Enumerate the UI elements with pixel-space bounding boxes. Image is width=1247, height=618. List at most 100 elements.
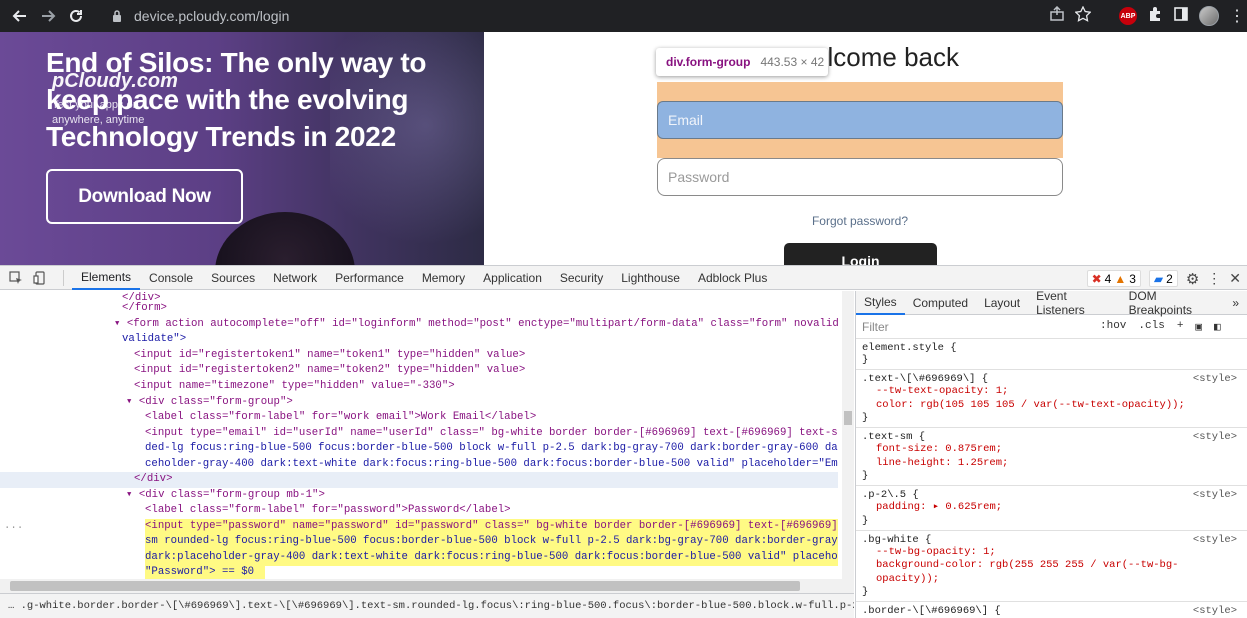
password-field[interactable]: Password: [657, 158, 1063, 196]
dom-line[interactable]: <input name="timezone" type="hidden" val…: [134, 379, 455, 395]
style-rule[interactable]: .p-2\.5 { <style> padding: ▸ 0.625rem; }: [856, 486, 1247, 531]
hover-state-toggle[interactable]: :hov: [1100, 320, 1126, 334]
login-panel: Welcome back Email Password Forgot passw…: [484, 32, 1247, 265]
dom-line[interactable]: ▾ <div class="form-group mb-1">: [126, 488, 325, 504]
dom-line-selected[interactable]: sm rounded-lg focus:ring-blue-500 focus:…: [145, 534, 838, 550]
dom-line-selected[interactable]: <input type="password" name="password" i…: [145, 519, 838, 535]
inspect-element-icon[interactable]: [8, 270, 24, 286]
rule-declaration[interactable]: --tw-bg-opacity: 1;: [862, 546, 1241, 560]
side-panel-icon[interactable]: [1173, 6, 1189, 27]
rule-declaration[interactable]: line-height: 1.25rem;: [862, 457, 1241, 471]
rule-selector: .bg-white {: [862, 533, 932, 546]
dom-breadcrumb[interactable]: … .g-white.border.border-\[\#696969\].te…: [0, 593, 854, 618]
adblock-plus-icon[interactable]: ABP: [1119, 7, 1137, 25]
devtools-menu-icon[interactable]: ⋮: [1207, 270, 1221, 287]
tab-adblock-plus[interactable]: Adblock Plus: [689, 265, 776, 290]
dom-line[interactable]: ▾ <div class="form-group">: [126, 395, 293, 411]
paint-icon[interactable]: ▣: [1195, 320, 1202, 334]
style-rule-element[interactable]: element.style { }: [856, 339, 1247, 370]
dom-line[interactable]: <input id="registertoken2" name="token2"…: [134, 363, 525, 379]
dom-line[interactable]: </form>: [122, 301, 167, 317]
tab-computed[interactable]: Computed: [905, 291, 976, 315]
vertical-scrollbar[interactable]: [842, 291, 854, 579]
new-rule-icon[interactable]: +: [1177, 320, 1184, 334]
tab-elements[interactable]: Elements: [72, 265, 141, 290]
tab-event-listeners[interactable]: Event Listeners: [1028, 291, 1121, 317]
settings-gear-icon[interactable]: ⚙: [1186, 270, 1199, 288]
rule-source[interactable]: <style>: [1193, 431, 1237, 443]
rule-source[interactable]: <style>: [1193, 373, 1237, 385]
dom-line-selected[interactable]: "Password"> == $0: [145, 565, 265, 579]
forgot-password-link[interactable]: Forgot password?: [657, 214, 1063, 228]
download-now-button[interactable]: Download Now: [46, 169, 243, 224]
kebab-menu-icon[interactable]: ⋮: [1229, 6, 1245, 26]
share-icon[interactable]: [1049, 5, 1065, 27]
more-tabs-icon[interactable]: »: [1224, 291, 1247, 315]
dom-line-hovered[interactable]: </div>: [0, 472, 838, 488]
styles-filter-input[interactable]: Filter: [862, 319, 1090, 334]
dom-line[interactable]: <input id="registertoken1" name="token1"…: [134, 348, 525, 364]
scrollbar-thumb[interactable]: [10, 581, 800, 591]
rule-close: }: [862, 354, 869, 366]
rule-source[interactable]: <style>: [1193, 605, 1237, 617]
dom-line[interactable]: <label class="form-label" for="work emai…: [145, 410, 536, 426]
style-rule[interactable]: .border-\[\#696969\] { <style>: [856, 602, 1247, 618]
tab-console[interactable]: Console: [140, 265, 202, 290]
tab-dom-breakpoints[interactable]: DOM Breakpoints: [1121, 291, 1225, 317]
tab-network[interactable]: Network: [264, 265, 326, 290]
style-rule[interactable]: .text-\[\#696969\] { <style> --tw-text-o…: [856, 370, 1247, 428]
dom-line[interactable]: ▾ <form action autocomplete="off" id="lo…: [114, 317, 838, 333]
rule-close: }: [862, 412, 869, 424]
elements-dom-tree[interactable]: </div> </form> ▾ <form action autocomple…: [0, 291, 854, 579]
address-bar[interactable]: device.pcloudy.com/login: [98, 3, 1099, 29]
rule-declaration[interactable]: font-size: 0.875rem;: [862, 443, 1241, 457]
rule-declaration[interactable]: background-color: rgb(255 255 255 / var(…: [862, 559, 1241, 586]
rule-declaration[interactable]: color: rgb(105 105 105 / var(--tw-text-o…: [862, 399, 1241, 413]
tab-styles[interactable]: Styles: [856, 291, 905, 315]
inspect-tooltip: div.form-group 443.53 × 42: [656, 48, 828, 76]
tab-sources[interactable]: Sources: [202, 265, 264, 290]
sidebar-toggle-icon[interactable]: ◧: [1214, 320, 1221, 334]
rule-source[interactable]: <style>: [1193, 534, 1237, 546]
scrollbar-thumb[interactable]: [844, 411, 852, 425]
tab-performance[interactable]: Performance: [326, 265, 413, 290]
tab-layout[interactable]: Layout: [976, 291, 1028, 315]
device-toggle-icon[interactable]: [32, 270, 48, 286]
rule-selector: .text-\[\#696969\] {: [862, 373, 989, 385]
tab-memory[interactable]: Memory: [413, 265, 474, 290]
email-field[interactable]: Email: [657, 101, 1063, 139]
bookmark-star-icon[interactable]: [1074, 5, 1092, 27]
rule-close: }: [862, 514, 869, 527]
dom-line-selected[interactable]: dark:placeholder-gray-400 dark:text-whit…: [145, 550, 838, 566]
tab-lighthouse[interactable]: Lighthouse: [612, 265, 689, 290]
extensions-icon[interactable]: [1147, 6, 1163, 27]
messages-badge[interactable]: ▰ 2: [1148, 270, 1178, 287]
dom-line[interactable]: ceholder-gray-400 dark:text-white dark:f…: [145, 457, 838, 473]
close-devtools-icon[interactable]: ✕: [1229, 270, 1241, 287]
dom-line[interactable]: <label class="form-label" for="password"…: [145, 503, 511, 519]
dom-line[interactable]: validate">: [122, 332, 186, 348]
styles-filter-bar: Filter :hov .cls + ▣ ◧: [856, 315, 1247, 339]
rule-declaration[interactable]: --tw-text-opacity: 1;: [862, 385, 1241, 399]
rule-source[interactable]: <style>: [1193, 489, 1237, 501]
issues-badge[interactable]: ✖ 4 ▲ 3: [1086, 270, 1141, 287]
rule-declaration[interactable]: padding: ▸ 0.625rem;: [862, 501, 1241, 515]
dom-line[interactable]: ded-lg focus:ring-blue-500 focus:border-…: [145, 441, 838, 457]
banner-headline: End of Silos: The only way to keep pace …: [46, 47, 427, 152]
class-toggle[interactable]: .cls: [1138, 320, 1164, 334]
tab-application[interactable]: Application: [474, 265, 551, 290]
devtools-tabbar: Elements Console Sources Network Perform…: [0, 265, 1247, 290]
error-icon: ✖: [1091, 271, 1102, 286]
reload-icon[interactable]: [62, 2, 90, 30]
styles-tabbar: Styles Computed Layout Event Listeners D…: [856, 291, 1247, 317]
style-rule[interactable]: .text-sm { <style> font-size: 0.875rem; …: [856, 428, 1247, 486]
login-button[interactable]: Login: [784, 243, 937, 265]
profile-avatar[interactable]: [1199, 6, 1219, 26]
style-rule[interactable]: .bg-white { <style> --tw-bg-opacity: 1; …: [856, 531, 1247, 602]
back-icon[interactable]: [6, 2, 34, 30]
horizontal-scrollbar[interactable]: [0, 579, 854, 593]
forward-icon[interactable]: [34, 2, 62, 30]
tab-security[interactable]: Security: [551, 265, 612, 290]
lock-icon[interactable]: [110, 9, 124, 23]
dom-line[interactable]: <input type="email" id="userId" name="us…: [145, 426, 838, 442]
